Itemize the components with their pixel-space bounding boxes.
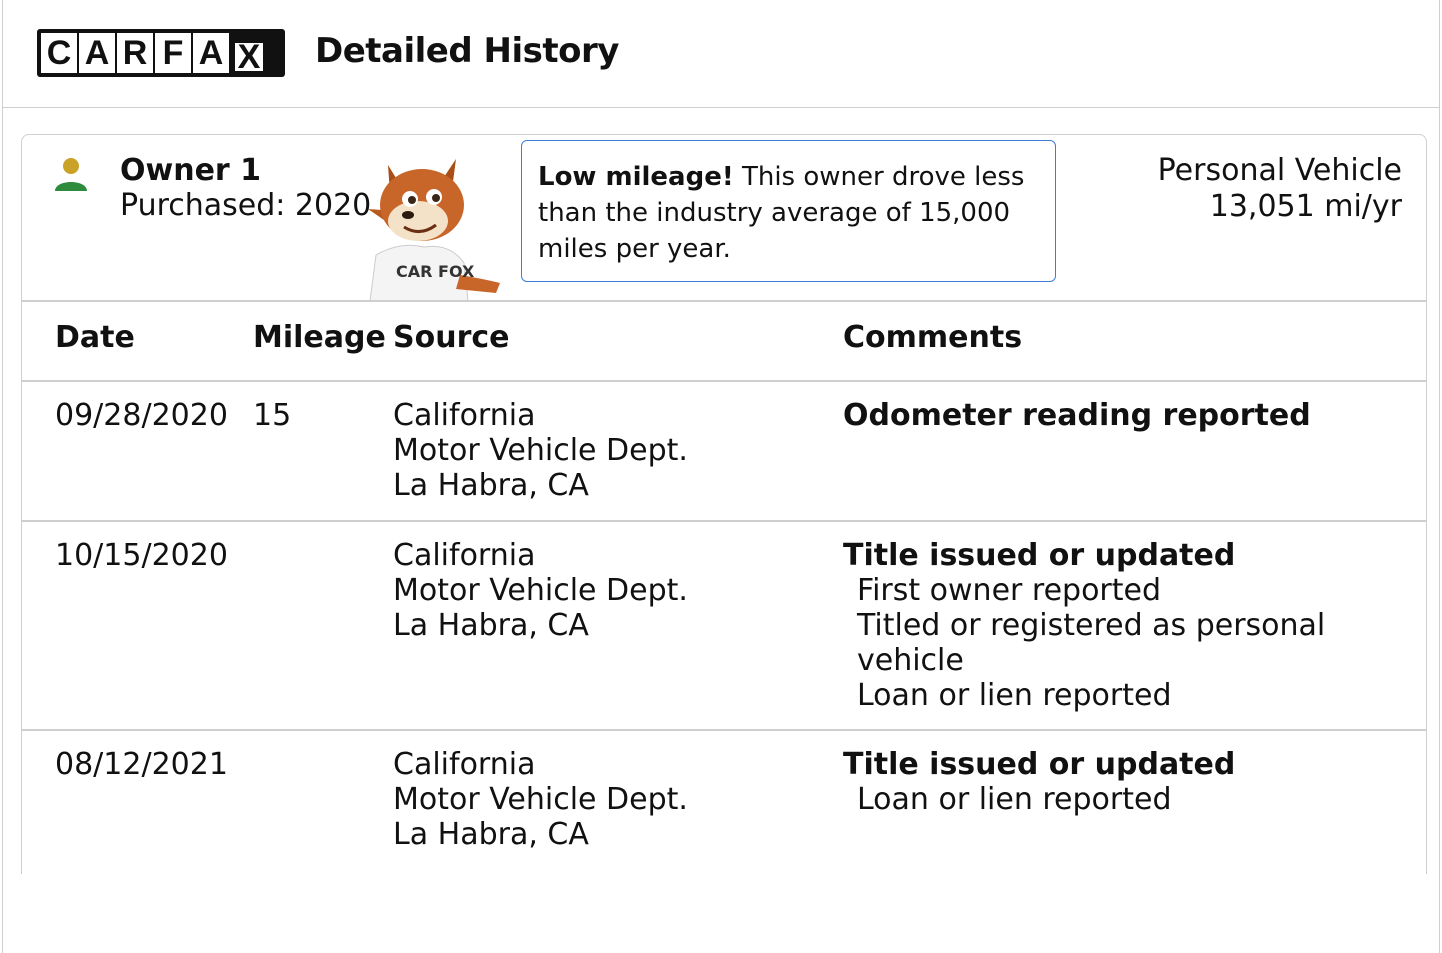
logo-letter: C (41, 33, 77, 73)
owner-purchased: Purchased: 2020 (120, 188, 372, 223)
table-header: Date Mileage Source Comments (22, 302, 1426, 382)
table-row: 09/28/2020 15 California Motor Vehicle D… (22, 382, 1426, 522)
comment-title: Odometer reading reported (843, 398, 1311, 433)
comment-title: Title issued or updated (843, 747, 1236, 782)
mileage-per-year: 13,051 mi/yr (1209, 189, 1402, 224)
table-row: 10/15/2020 California Motor Vehicle Dept… (22, 522, 1426, 731)
report-header: C A R F A X Detailed History (3, 0, 1439, 108)
row-date: 09/28/2020 (55, 398, 228, 433)
source-line: California (393, 538, 536, 573)
row-date: 10/15/2020 (55, 538, 228, 573)
comment-detail: Loan or lien reported (857, 782, 1172, 817)
source-line: Motor Vehicle Dept. (393, 573, 688, 608)
row-comments: Title issued or updated First owner repo… (843, 538, 1403, 713)
comment-title: Title issued or updated (843, 538, 1236, 573)
column-header-date: Date (55, 320, 135, 355)
logo-letter-x: X (231, 33, 267, 74)
source-line: Motor Vehicle Dept. (393, 782, 688, 817)
owner-card: Owner 1 Purchased: 2020 CAR FOX Low mile… (21, 134, 1427, 874)
page-title: Detailed History (315, 31, 619, 71)
source-line: Motor Vehicle Dept. (393, 433, 688, 468)
comment-detail: Titled or registered as personal vehicle (857, 608, 1326, 678)
column-header-mileage: Mileage (253, 320, 386, 355)
logo-letter: A (193, 33, 229, 73)
logo-letter: X (234, 40, 264, 74)
row-date: 08/12/2021 (55, 747, 228, 782)
owner-summary: Owner 1 Purchased: 2020 CAR FOX Low mile… (22, 135, 1426, 301)
column-header-source: Source (393, 320, 510, 355)
column-header-comments: Comments (843, 320, 1023, 355)
history-table: Date Mileage Source Comments 09/28/2020 … (22, 300, 1426, 871)
logo-letter: F (155, 33, 191, 73)
carfax-logo: C A R F A X (37, 29, 285, 77)
mascot-shirt-text: CAR FOX (396, 262, 475, 281)
person-icon (55, 158, 87, 191)
source-line: California (393, 398, 536, 433)
source-line: La Habra, CA (393, 608, 589, 643)
carfox-mascot-image: CAR FOX (368, 159, 500, 301)
source-line: La Habra, CA (393, 468, 589, 503)
page: C A R F A X Detailed History Owner 1 Pur… (2, 0, 1440, 953)
low-mileage-callout: Low mileage! This owner drove less than … (521, 140, 1056, 282)
owner-name: Owner 1 (120, 153, 262, 188)
vehicle-usage: Personal Vehicle 13,051 mi/yr (1158, 153, 1402, 225)
comment-detail: First owner reported (857, 573, 1162, 608)
source-line: California (393, 747, 536, 782)
row-comments: Title issued or updated Loan or lien rep… (843, 747, 1403, 817)
logo-letter: A (79, 33, 115, 73)
vehicle-type: Personal Vehicle (1157, 153, 1402, 188)
row-source: California Motor Vehicle Dept. La Habra,… (393, 538, 688, 643)
table-row: 08/12/2021 California Motor Vehicle Dept… (22, 731, 1426, 871)
row-mileage: 15 (253, 398, 292, 433)
row-comments: Odometer reading reported (843, 398, 1403, 433)
logo-letter: R (117, 33, 153, 73)
source-line: La Habra, CA (393, 817, 589, 852)
callout-emphasis: Low mileage! (538, 162, 734, 192)
comment-detail: Loan or lien reported (857, 678, 1172, 713)
row-source: California Motor Vehicle Dept. La Habra,… (393, 747, 688, 852)
row-source: California Motor Vehicle Dept. La Habra,… (393, 398, 688, 503)
